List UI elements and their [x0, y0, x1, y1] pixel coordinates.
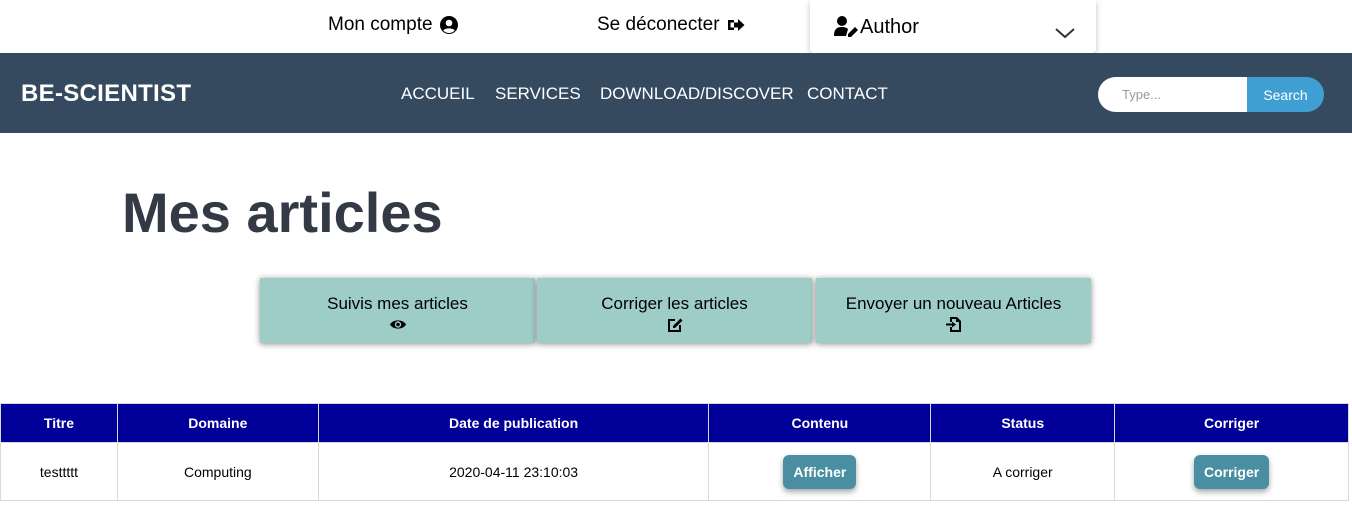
- table-row: testtttt Computing 2020-04-11 23:10:03 A…: [0, 442, 1349, 501]
- table-header-row: Titre Domaine Date de publication Conten…: [0, 403, 1349, 443]
- my-account-link[interactable]: Mon compte: [328, 14, 459, 36]
- header-date: Date de publication: [317, 403, 710, 443]
- user-circle-icon: [439, 16, 458, 34]
- nav-item-contact[interactable]: CONTACT: [807, 84, 888, 104]
- submit-article-label: Envoyer un nouveau Articles: [845, 294, 1062, 313]
- show-content-button[interactable]: Afficher: [783, 454, 857, 489]
- page-title: Mes articles: [122, 181, 443, 244]
- header-corriger: Corriger: [1114, 403, 1349, 443]
- header-titre: Titre: [0, 403, 118, 443]
- chevron-down-icon: [1055, 28, 1075, 39]
- nav-item-services[interactable]: SERVICES: [495, 84, 581, 104]
- cell-status: A corriger: [930, 442, 1116, 501]
- header-status: Status: [930, 403, 1116, 443]
- correct-articles-label: Corriger les articles: [601, 294, 748, 313]
- header-contenu: Contenu: [708, 403, 932, 443]
- role-dropdown[interactable]: Author: [810, 0, 1096, 53]
- cell-domaine: Computing: [116, 442, 319, 501]
- cell-date: 2020-04-11 23:10:03: [317, 442, 710, 501]
- track-articles-card[interactable]: Suivis mes articles: [260, 278, 535, 343]
- sign-out-icon: [727, 19, 745, 31]
- user-edit-icon: [834, 16, 858, 37]
- my-account-label: Mon compte: [328, 14, 433, 35]
- search-input[interactable]: [1098, 77, 1248, 112]
- brand-logo[interactable]: BE-SCIENTIST: [21, 80, 191, 108]
- correct-articles-card[interactable]: Corriger les articles: [537, 278, 812, 343]
- articles-table: Titre Domaine Date de publication Conten…: [0, 403, 1349, 501]
- correct-button[interactable]: Corriger: [1193, 454, 1270, 489]
- cell-corriger: Corriger: [1114, 442, 1349, 501]
- header-domaine: Domaine: [116, 403, 319, 443]
- nav-item-accueil[interactable]: ACCUEIL: [401, 84, 475, 104]
- submit-article-card[interactable]: Envoyer un nouveau Articles: [816, 278, 1091, 343]
- role-label: Author: [860, 16, 919, 38]
- user-bar: Mon compte Se déconecter Author: [0, 0, 1352, 53]
- cell-contenu: Afficher: [708, 442, 932, 501]
- nav-item-download-discover[interactable]: DOWNLOAD/DISCOVER: [600, 84, 794, 104]
- eye-icon: [389, 320, 406, 329]
- search-button[interactable]: Search: [1247, 77, 1324, 112]
- logout-label: Se déconecter: [597, 14, 720, 35]
- main-navbar: BE-SCIENTIST ACCUEIL SERVICES DOWNLOAD/D…: [0, 53, 1352, 133]
- logout-link[interactable]: Se déconecter: [597, 14, 746, 36]
- cell-titre: testtttt: [0, 442, 118, 501]
- file-import-icon: [945, 317, 961, 332]
- track-articles-label: Suivis mes articles: [327, 294, 468, 313]
- edit-icon: [667, 318, 682, 332]
